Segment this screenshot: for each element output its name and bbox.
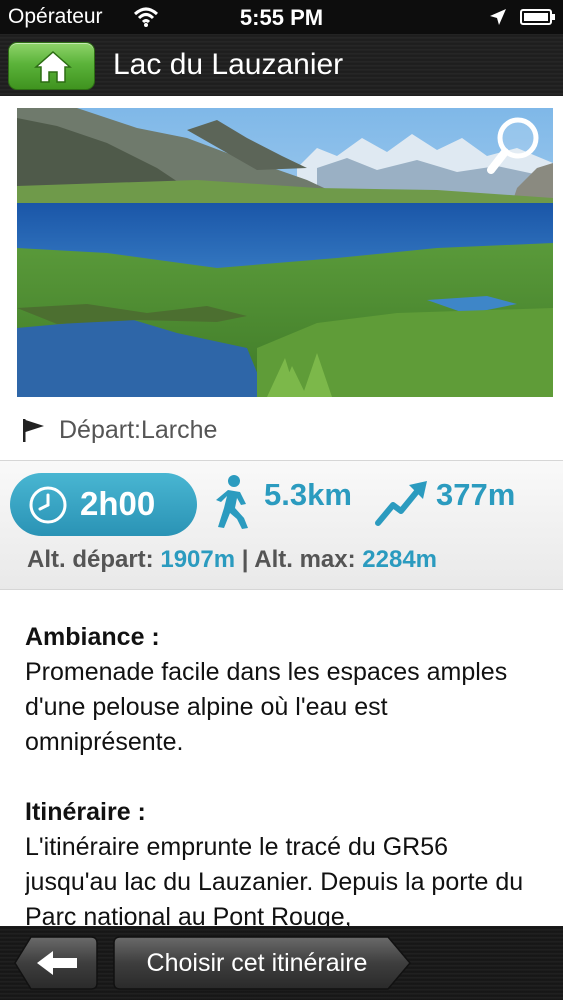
- elevation-gain-icon: [375, 481, 427, 526]
- hiker-icon: [216, 475, 248, 529]
- clock-icon: [29, 486, 67, 524]
- page-title: Lac du Lauzanier: [113, 48, 344, 81]
- itinerary-heading: Itinéraire :: [25, 798, 146, 826]
- status-bar: Opérateur 5:55 PM: [0, 0, 563, 34]
- location-arrow-icon: [490, 9, 506, 25]
- alt-max-value: 2284m: [362, 546, 438, 573]
- ambiance-text: Promenade facile dans les espaces amples…: [25, 658, 508, 756]
- trail-stats: 2h00 5.3km 377m Alt. départ: 1907m | Alt…: [0, 460, 563, 590]
- departure-label: Départ:Larche: [59, 416, 218, 444]
- trail-description: Ambiance : Promenade facile dans les esp…: [25, 620, 545, 928]
- status-time: 5:55 PM: [239, 5, 324, 30]
- altitude-row: Alt. départ: 1907m | Alt. max: 2284m: [27, 546, 437, 574]
- duration-badge: 2h00: [10, 473, 197, 536]
- distance-value: 5.3km: [264, 477, 352, 512]
- bottom-toolbar: Choisir cet itinéraire: [0, 926, 563, 1000]
- navigation-bar: Lac du Lauzanier: [0, 34, 563, 96]
- elevation-gain-value: 377m: [436, 477, 516, 512]
- magnifier-icon[interactable]: [487, 116, 541, 176]
- trail-photo[interactable]: [17, 108, 553, 397]
- home-icon: [34, 50, 72, 83]
- flag-icon: [23, 419, 44, 442]
- back-button[interactable]: [13, 935, 99, 991]
- choose-itinerary-button[interactable]: Choisir cet itinéraire: [112, 935, 402, 991]
- battery-icon: [520, 9, 555, 25]
- alt-separator: |: [241, 546, 249, 573]
- alt-depart-label: Alt. départ:: [27, 546, 154, 573]
- departure-row: Départ:Larche: [0, 400, 563, 460]
- itinerary-text: L'itinéraire emprunte le tracé du GR56 j…: [25, 833, 524, 928]
- ambiance-heading: Ambiance :: [25, 623, 160, 651]
- home-button[interactable]: [8, 42, 95, 90]
- duration-value: 2h00: [80, 485, 156, 522]
- alt-depart-value: 1907m: [160, 546, 236, 573]
- alt-max-label: Alt. max:: [254, 546, 356, 573]
